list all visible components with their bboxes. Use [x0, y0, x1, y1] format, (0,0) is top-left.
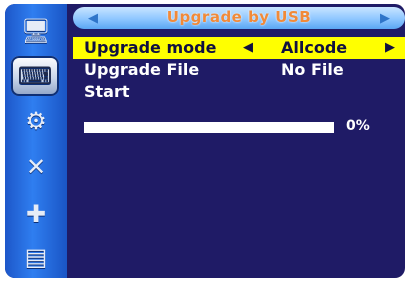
- title-right-decoration-icon: ▶: [380, 10, 390, 25]
- start-row[interactable]: Start: [73, 81, 405, 103]
- progress-bar: [84, 122, 334, 133]
- film-reel-icon: ⚙: [25, 107, 47, 135]
- title-bar: ◀ Upgrade by USB ▶: [73, 7, 405, 29]
- progress-bar-fill: [84, 122, 334, 133]
- upgrade-mode-value: Allcode: [281, 38, 348, 57]
- sidebar-item-game[interactable]: ✚: [15, 199, 57, 229]
- game-controller-icon: ✚: [25, 200, 47, 228]
- upgrade-mode-row[interactable]: Upgrade mode ◀ Allcode ▶: [73, 37, 405, 59]
- sidebar-item-clapperboard[interactable]: ▤: [15, 242, 57, 272]
- progress-percent: 0%: [346, 118, 370, 134]
- clapperboard-icon: ▤: [24, 243, 48, 271]
- upgrade-file-row[interactable]: Upgrade File No File: [73, 59, 405, 81]
- window-title: Upgrade by USB: [166, 8, 312, 26]
- tools-icon: ✕: [25, 153, 47, 181]
- sidebar-item-tools[interactable]: ✕: [15, 152, 57, 182]
- stb-menu-screen: 🖥 ⌨ ⚙ ✕ ✚ ▤ ◀ Upgrade by USB ▶ Upgrade m…: [5, 4, 405, 278]
- computer-icon: 🖥: [20, 17, 52, 45]
- sidebar-item-media[interactable]: ⚙: [15, 106, 57, 136]
- upgrade-file-label: Upgrade File: [84, 60, 200, 79]
- usb-icon: ⌨: [17, 62, 53, 90]
- right-arrow-icon[interactable]: ▶: [385, 37, 395, 59]
- sidebar-item-computer[interactable]: 🖥: [15, 16, 57, 46]
- sidebar-item-usb-tools[interactable]: ⌨: [11, 56, 59, 96]
- upgrade-mode-label: Upgrade mode: [84, 38, 217, 57]
- upgrade-panel: Upgrade mode ◀ Allcode ▶ Upgrade File No…: [73, 32, 405, 278]
- upgrade-file-value: No File: [281, 60, 344, 79]
- left-arrow-icon[interactable]: ◀: [243, 37, 253, 59]
- start-label: Start: [84, 82, 130, 101]
- sidebar: 🖥 ⌨ ⚙ ✕ ✚ ▤: [5, 4, 67, 278]
